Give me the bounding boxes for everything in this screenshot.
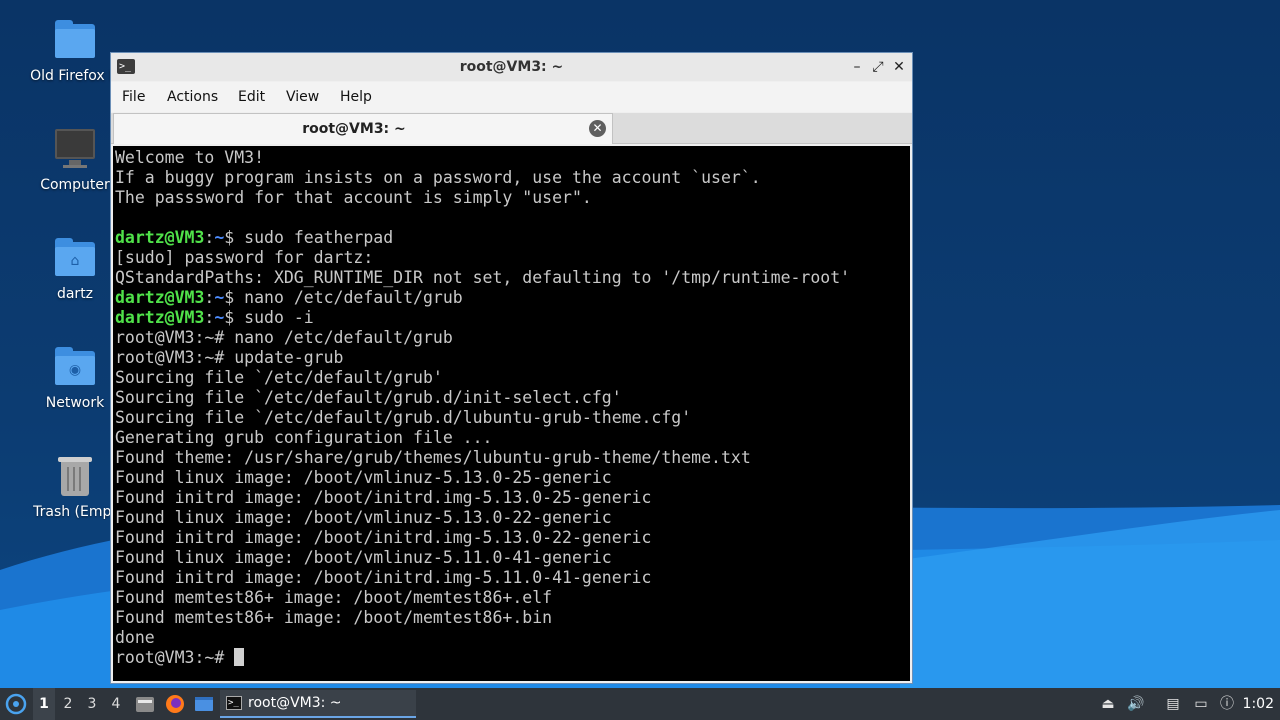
terminal-line: root@VM3:~# nano /etc/default/grub: [115, 328, 453, 347]
menu-view[interactable]: View: [286, 89, 319, 105]
terminal-line: root@VM3:~# update-grub: [115, 348, 344, 367]
file-manager-launcher[interactable]: [134, 688, 156, 720]
terminal-line: dartz@VM3:~$ sudo -i: [115, 308, 910, 328]
network-folder-icon: ◉: [53, 345, 97, 389]
terminal-line: Found linux image: /boot/vmlinuz-5.13.0-…: [115, 468, 612, 487]
maximize-button[interactable]: ⤢: [869, 57, 887, 77]
menu-help[interactable]: Help: [340, 89, 372, 105]
menu-bar: File Actions Edit View Help: [111, 82, 912, 112]
taskbar-task-label: root@VM3: ~: [248, 695, 342, 711]
start-menu-button[interactable]: [4, 688, 28, 720]
terminal-line: Found initrd image: /boot/initrd.img-5.1…: [115, 568, 652, 587]
lubuntu-logo-icon: [5, 693, 27, 715]
firefox-icon: [166, 695, 184, 713]
prompt-path: ~: [214, 228, 225, 247]
workspace-3[interactable]: 3: [81, 688, 103, 720]
terminal-line: QStandardPaths: XDG_RUNTIME_DIR not set,…: [115, 268, 851, 287]
removable-media-icon[interactable]: ⏏: [1098, 694, 1118, 714]
prompt-user: dartz@VM3: [115, 228, 205, 247]
terminal-line: Sourcing file `/etc/default/grub.d/lubun…: [115, 408, 692, 427]
tab-terminal[interactable]: root@VM3: ~ ✕: [113, 113, 613, 144]
file-manager-icon: [136, 697, 154, 712]
menu-file[interactable]: File: [122, 89, 145, 105]
terminal-line: dartz@VM3:~$ nano /etc/default/grub: [115, 288, 910, 308]
folder-icon: [53, 18, 97, 62]
tab-close-icon[interactable]: ✕: [589, 120, 606, 137]
terminal-line: The passsword for that account is simply…: [115, 188, 592, 207]
terminal-line: [sudo] password for dartz:: [115, 248, 374, 267]
terminal-line: Found memtest86+ image: /boot/memtest86+…: [115, 608, 553, 627]
terminal-line: If a buggy program insists on a password…: [115, 168, 761, 187]
window-titlebar[interactable]: >_ root@VM3: ~ – ⤢ ✕: [111, 53, 912, 81]
command-text: sudo -i: [244, 308, 314, 327]
terminal-window[interactable]: >_ root@VM3: ~ – ⤢ ✕ File Actions Edit V…: [110, 52, 913, 684]
trash-icon: [53, 454, 97, 498]
terminal-line: Found memtest86+ image: /boot/memtest86+…: [115, 588, 553, 607]
terminal-line: dartz@VM3:~$ sudo featherpad: [115, 228, 910, 248]
prompt-user: dartz@VM3: [115, 308, 205, 327]
menu-edit[interactable]: Edit: [238, 89, 265, 105]
terminal-line: Found initrd image: /boot/initrd.img-5.1…: [115, 488, 652, 507]
terminal-line: done: [115, 628, 155, 647]
prompt-path: ~: [214, 308, 225, 327]
terminal-line: Found linux image: /boot/vmlinuz-5.11.0-…: [115, 548, 612, 567]
terminal-line: Found theme: /usr/share/grub/themes/lubu…: [115, 448, 751, 467]
update-notifier-icon[interactable]: ⓘ: [1217, 694, 1237, 714]
terminal-output[interactable]: Welcome to VM3! If a buggy program insist…: [113, 146, 910, 681]
terminal-line: Sourcing file `/etc/default/grub': [115, 368, 443, 387]
home-folder-icon: ⌂: [53, 236, 97, 280]
prompt-user: dartz@VM3: [115, 288, 205, 307]
minimize-button[interactable]: –: [848, 57, 866, 77]
tab-bar: root@VM3: ~ ✕: [111, 113, 912, 144]
firefox-launcher[interactable]: [164, 688, 186, 720]
menu-actions[interactable]: Actions: [167, 89, 218, 105]
workspace-1[interactable]: 1: [33, 688, 55, 720]
terminal-input-line[interactable]: root@VM3:~#: [115, 648, 910, 668]
show-desktop-icon: [195, 697, 213, 711]
command-text: sudo featherpad: [244, 228, 394, 247]
text-cursor: [234, 648, 245, 666]
window-title: root@VM3: ~: [459, 59, 564, 75]
terminal-line: Found linux image: /boot/vmlinuz-5.13.0-…: [115, 508, 612, 527]
network-icon[interactable]: ▭: [1191, 694, 1211, 714]
prompt-path: ~: [214, 288, 225, 307]
prompt-symbol: $: [224, 228, 245, 247]
prompt-symbol: $: [224, 288, 245, 307]
close-button[interactable]: ✕: [890, 57, 908, 77]
final-prompt: root@VM3:~#: [115, 648, 235, 667]
prompt-separator: :: [204, 308, 215, 327]
volume-icon[interactable]: 🔊: [1126, 694, 1146, 714]
prompt-separator: :: [204, 288, 215, 307]
taskbar-terminal-task[interactable]: >_ root@VM3: ~: [220, 690, 416, 718]
terminal-line: Generating grub configuration file ...: [115, 428, 493, 447]
terminal-line: Sourcing file `/etc/default/grub.d/init-…: [115, 388, 622, 407]
workspace-4[interactable]: 4: [105, 688, 127, 720]
prompt-separator: :: [204, 228, 215, 247]
prompt-symbol: $: [224, 308, 245, 327]
clock[interactable]: 1:02: [1243, 688, 1274, 720]
show-desktop-launcher[interactable]: [193, 688, 215, 720]
command-text: nano /etc/default/grub: [244, 288, 463, 307]
tab-label: root@VM3: ~: [302, 121, 406, 137]
terminal-line: Found initrd image: /boot/initrd.img-5.1…: [115, 528, 652, 547]
taskbar: 1 2 3 4 >_ root@VM3: ~ ⏏ 🔊 ▤ ▭ ⓘ 1:02: [0, 688, 1280, 720]
terminal-task-icon: >_: [226, 696, 242, 710]
clipboard-icon[interactable]: ▤: [1163, 694, 1183, 714]
computer-icon: [53, 127, 97, 171]
terminal-line: Welcome to VM3!: [115, 148, 265, 167]
workspace-2[interactable]: 2: [57, 688, 79, 720]
